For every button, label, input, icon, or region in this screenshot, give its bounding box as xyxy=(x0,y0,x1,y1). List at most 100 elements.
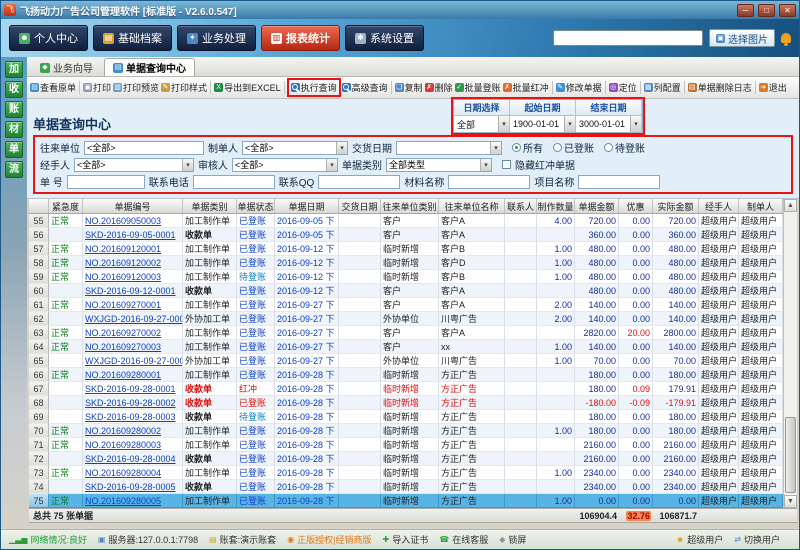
doc-no-link[interactable]: NO.201609280001 xyxy=(83,368,183,382)
toolbar-copy-button[interactable]: ❏复制 xyxy=(394,80,424,95)
doc-no-link[interactable]: SKD-2016-09-28-0005 xyxy=(83,480,183,494)
table-row[interactable]: 75正常NO.201609280005加工制作单已登账2016-09-28 下临… xyxy=(29,494,783,508)
toolbar-batch-post-button[interactable]: ✓批量登账 xyxy=(454,80,502,95)
table-row[interactable]: 67SKD-2016-09-28-0001收款单红冲2016-09-28 下临时… xyxy=(29,382,783,396)
table-row[interactable]: 65WXJGD-2016-09-27-000外协加工单已登账2016-09-27… xyxy=(29,354,783,368)
project-input[interactable] xyxy=(578,175,660,189)
column-header-10[interactable]: 制作数量 xyxy=(537,199,575,213)
vertical-scrollbar[interactable]: ▲ ▼ xyxy=(783,199,797,508)
table-row[interactable]: 61正常NO.201609270001加工制作单已登账2016-09-27 下客… xyxy=(29,298,783,312)
row-number[interactable]: 56 xyxy=(29,228,49,242)
qq-input[interactable] xyxy=(318,175,400,189)
toolbar-batch-redflush-button[interactable]: ✗批量红冲 xyxy=(502,80,550,95)
doc-no-link[interactable]: NO.201609280005 xyxy=(83,494,183,508)
pick-image-button[interactable]: ▣ 选择图片 xyxy=(709,29,775,47)
column-header-13[interactable]: 实际金额 xyxy=(653,199,699,213)
doctype-select[interactable]: 全部类型 xyxy=(386,158,492,172)
side-shortcut-5[interactable]: 单 xyxy=(5,141,23,158)
column-header-1[interactable]: 紧急度 xyxy=(49,199,83,213)
toolbar-exit-button[interactable]: ➜退出 xyxy=(758,80,788,95)
column-header-9[interactable]: 联系人 xyxy=(505,199,537,213)
row-number[interactable]: 64 xyxy=(29,340,49,354)
table-row[interactable]: 57正常NO.201609120001加工制作单已登账2016-09-12 下临… xyxy=(29,242,783,256)
tab-doc-query-center[interactable]: ▤单据查询中心 xyxy=(104,58,195,76)
toolbar-print-button[interactable]: ▣打印 xyxy=(82,80,112,95)
row-number[interactable]: 60 xyxy=(29,284,49,298)
row-number[interactable]: 68 xyxy=(29,396,49,410)
partner-input[interactable]: <全部> xyxy=(84,141,204,155)
row-number[interactable]: 74 xyxy=(29,480,49,494)
side-shortcut-6[interactable]: 流 xyxy=(5,161,23,178)
table-row[interactable]: 69SKD-2016-09-28-0003收款单待登账2016-09-28 下临… xyxy=(29,410,783,424)
table-row[interactable]: 68SKD-2016-09-28-0002收款单已登账2016-09-28 下临… xyxy=(29,396,783,410)
table-row[interactable]: 58正常NO.201609120002加工制作单已登账2016-09-12 下临… xyxy=(29,256,783,270)
toolbar-print-preview-button[interactable]: ▥打印预览 xyxy=(112,80,160,95)
table-row[interactable]: 59正常NO.201609120003加工制作单待登账2016-09-12 下临… xyxy=(29,270,783,284)
row-number[interactable]: 55 xyxy=(29,214,49,228)
row-number[interactable]: 62 xyxy=(29,312,49,326)
docno-input[interactable] xyxy=(67,175,145,189)
status-lock-screen[interactable]: ◆锁屏 xyxy=(499,533,526,546)
doc-no-link[interactable]: NO.201609120002 xyxy=(83,256,183,270)
toolbar-export-excel-button[interactable]: X导出到EXCEL xyxy=(213,80,282,95)
date-range-select[interactable]: 全部 xyxy=(454,116,510,132)
doc-no-link[interactable]: SKD-2016-09-28-0002 xyxy=(83,396,183,410)
row-number[interactable]: 70 xyxy=(29,424,49,438)
side-shortcut-1[interactable]: 加 xyxy=(5,61,23,78)
maker-select[interactable]: <全部> xyxy=(242,141,348,155)
row-number[interactable]: 66 xyxy=(29,368,49,382)
nav-tab-business-process[interactable]: ✦业务处理 xyxy=(177,25,256,51)
status-import-cert[interactable]: ✚导入证书 xyxy=(383,533,429,546)
scrollbar-thumb[interactable] xyxy=(785,417,796,493)
row-number[interactable]: 63 xyxy=(29,326,49,340)
row-number[interactable]: 57 xyxy=(29,242,49,256)
column-header-3[interactable]: 单据类别 xyxy=(183,199,237,213)
table-row[interactable]: 72SKD-2016-09-28-0004收款单已登账2016-09-28 下临… xyxy=(29,452,783,466)
column-header-4[interactable]: 单据状态 xyxy=(237,199,275,213)
auditor-select[interactable]: <全部> xyxy=(232,158,338,172)
row-number[interactable]: 59 xyxy=(29,270,49,284)
toolbar-locate-button[interactable]: ◎定位 xyxy=(608,80,638,95)
table-row[interactable]: 73正常NO.201609280004加工制作单已登账2016-09-28 下临… xyxy=(29,466,783,480)
column-header-14[interactable]: 经手人 xyxy=(699,199,739,213)
scroll-up-icon[interactable]: ▲ xyxy=(784,199,797,212)
toolbar-print-style-button[interactable]: ✎打印样式 xyxy=(160,80,208,95)
column-header-11[interactable]: 单据金额 xyxy=(575,199,619,213)
radio-all[interactable]: 所有 xyxy=(512,140,543,155)
column-header-15[interactable]: 制单人 xyxy=(739,199,783,213)
maximize-button[interactable]: □ xyxy=(758,4,775,17)
doc-no-link[interactable]: NO.201609120003 xyxy=(83,270,183,284)
row-number[interactable]: 58 xyxy=(29,256,49,270)
toolbar-advanced-query-button[interactable]: 高级查询 xyxy=(341,80,389,95)
doc-no-link[interactable]: SKD-2016-09-28-0003 xyxy=(83,410,183,424)
minimize-button[interactable]: ─ xyxy=(737,4,754,17)
column-header-7[interactable]: 往来单位类别 xyxy=(381,199,439,213)
tab-business-wizard[interactable]: ◆业务向导 xyxy=(31,58,102,76)
table-row[interactable]: 55正常NO.201609050003加工制作单已登账2016-09-05 下客… xyxy=(29,214,783,228)
table-row[interactable]: 74SKD-2016-09-28-0005收款单已登账2016-09-28 下临… xyxy=(29,480,783,494)
table-row[interactable]: 71正常NO.201609280003加工制作单已登账2016-09-28 下临… xyxy=(29,438,783,452)
status-online-support[interactable]: ☎在线客服 xyxy=(439,533,488,546)
row-number[interactable]: 73 xyxy=(29,466,49,480)
toolbar-delete-button[interactable]: ✗删除 xyxy=(424,80,454,95)
table-row[interactable]: 70正常NO.201609280002加工制作单已登账2016-09-28 下临… xyxy=(29,424,783,438)
row-number[interactable]: 72 xyxy=(29,452,49,466)
row-number[interactable]: 69 xyxy=(29,410,49,424)
table-row[interactable]: 62WXJGD-2016-09-27-000外协加工单已登账2016-09-27… xyxy=(29,312,783,326)
handler-select[interactable]: <全部> xyxy=(74,158,194,172)
column-header-6[interactable]: 交货日期 xyxy=(339,199,381,213)
doc-no-link[interactable]: SKD-2016-09-28-0004 xyxy=(83,452,183,466)
scroll-down-icon[interactable]: ▼ xyxy=(784,495,797,508)
column-header-5[interactable]: 单据日期 xyxy=(275,199,339,213)
status-switch-user[interactable]: ⇄切换用户 xyxy=(734,533,780,546)
phone-input[interactable] xyxy=(193,175,275,189)
toolbar-view-original-button[interactable]: ▤查看原单 xyxy=(29,80,77,95)
doc-no-link[interactable]: NO.201609270002 xyxy=(83,326,183,340)
doc-no-link[interactable]: NO.201609270003 xyxy=(83,340,183,354)
side-shortcut-4[interactable]: 材 xyxy=(5,121,23,138)
material-input[interactable] xyxy=(448,175,530,189)
table-row[interactable]: 63正常NO.201609270002加工制作单已登账2016-09-27 下客… xyxy=(29,326,783,340)
toolbar-doc-delete-log-button[interactable]: ▤单据删除日志 xyxy=(687,80,753,95)
notification-bell-icon[interactable] xyxy=(781,33,791,43)
start-date-select[interactable]: 1900-01-01 xyxy=(510,116,576,132)
